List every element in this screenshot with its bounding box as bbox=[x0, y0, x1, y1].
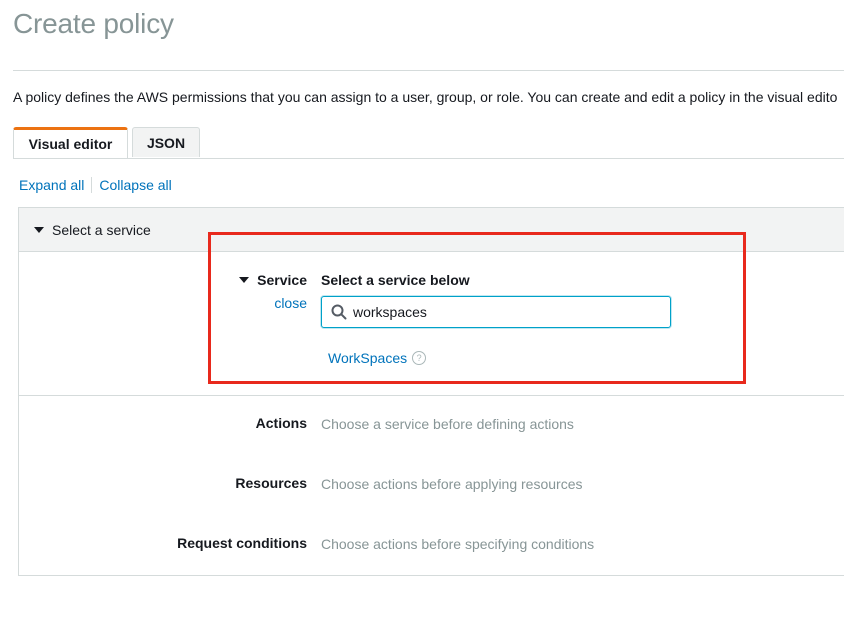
actions-label: Actions bbox=[255, 415, 307, 431]
editor-tabs: Visual editor JSON bbox=[13, 127, 844, 159]
search-result-item: WorkSpaces ? bbox=[328, 350, 427, 366]
close-link[interactable]: close bbox=[274, 295, 307, 311]
request-conditions-label: Request conditions bbox=[177, 535, 307, 551]
resources-hint: Choose actions before applying resources bbox=[321, 476, 583, 492]
expand-collapse-links: Expand all Collapse all bbox=[19, 177, 172, 193]
link-separator bbox=[91, 177, 93, 193]
service-search-input[interactable] bbox=[353, 304, 653, 320]
service-panel-header[interactable]: Select a service bbox=[19, 208, 844, 252]
service-label[interactable]: Service bbox=[239, 272, 307, 288]
service-result-workspaces[interactable]: WorkSpaces bbox=[328, 350, 407, 366]
request-conditions-hint: Choose actions before specifying conditi… bbox=[321, 536, 595, 552]
help-icon[interactable]: ? bbox=[412, 351, 427, 365]
service-panel-title: Select a service bbox=[52, 221, 151, 238]
resources-row: Resources Choose actions before applying… bbox=[19, 475, 844, 495]
request-conditions-row: Request conditions Choose actions before… bbox=[19, 535, 844, 555]
caret-down-icon bbox=[239, 277, 250, 283]
service-search-box[interactable] bbox=[321, 296, 671, 328]
expand-all-link[interactable]: Expand all bbox=[19, 177, 84, 193]
service-label-text: Service bbox=[257, 272, 307, 288]
page-description: A policy defines the AWS permissions tha… bbox=[13, 89, 838, 105]
title-divider bbox=[13, 70, 844, 71]
resources-label: Resources bbox=[235, 475, 307, 491]
select-service-heading: Select a service below bbox=[321, 272, 470, 288]
actions-hint: Choose a service before defining actions bbox=[321, 416, 574, 432]
tab-visual-editor[interactable]: Visual editor bbox=[13, 127, 128, 158]
page-title: Create policy bbox=[13, 8, 174, 39]
service-panel: Select a service Service close Select a … bbox=[18, 207, 844, 576]
tab-json[interactable]: JSON bbox=[132, 127, 200, 157]
service-section: Service close Select a service below Wor… bbox=[19, 252, 844, 396]
actions-row: Actions Choose a service before defining… bbox=[19, 415, 844, 435]
caret-down-icon bbox=[34, 226, 44, 233]
search-icon bbox=[328, 301, 350, 323]
collapse-all-link[interactable]: Collapse all bbox=[99, 177, 171, 193]
